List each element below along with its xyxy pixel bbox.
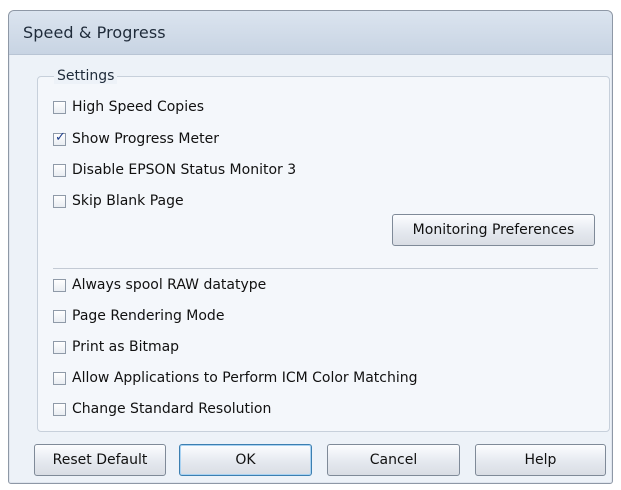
- disable-status-monitor-checkbox[interactable]: [53, 163, 66, 177]
- high-speed-copies-checkbox[interactable]: [53, 100, 66, 114]
- always-spool-raw-checkbox[interactable]: [53, 278, 66, 292]
- always-spool-raw-label: Always spool RAW datatype: [72, 277, 267, 293]
- page-rendering-mode-label: Page Rendering Mode: [72, 308, 225, 324]
- allow-icm-color-matching-checkbox[interactable]: [53, 371, 66, 385]
- disable-status-monitor-label: Disable EPSON Status Monitor 3: [72, 162, 297, 178]
- option-skip-blank-page[interactable]: Skip Blank Page: [53, 191, 184, 211]
- option-high-speed-copies[interactable]: High Speed Copies: [53, 97, 204, 117]
- help-button[interactable]: Help: [475, 444, 606, 476]
- dialog-title: Speed & Progress: [23, 23, 166, 42]
- option-allow-icm-color-matching[interactable]: Allow Applications to Perform ICM Color …: [53, 368, 418, 388]
- settings-divider: [53, 268, 598, 269]
- skip-blank-page-label: Skip Blank Page: [72, 193, 184, 209]
- cancel-button[interactable]: Cancel: [327, 444, 460, 476]
- option-show-progress-meter[interactable]: Show Progress Meter: [53, 129, 219, 149]
- speed-progress-dialog: Speed & Progress Settings High Speed Cop…: [8, 10, 613, 484]
- option-change-standard-resolution[interactable]: Change Standard Resolution: [53, 399, 271, 419]
- show-progress-meter-label: Show Progress Meter: [72, 131, 219, 147]
- page-rendering-mode-checkbox[interactable]: [53, 309, 66, 323]
- option-always-spool-raw[interactable]: Always spool RAW datatype: [53, 275, 266, 295]
- option-print-as-bitmap[interactable]: Print as Bitmap: [53, 337, 179, 357]
- print-as-bitmap-checkbox[interactable]: [53, 340, 66, 354]
- show-progress-meter-checkbox[interactable]: [53, 130, 66, 146]
- high-speed-copies-label: High Speed Copies: [72, 99, 204, 115]
- skip-blank-page-checkbox[interactable]: [53, 194, 66, 208]
- option-disable-status-monitor[interactable]: Disable EPSON Status Monitor 3: [53, 160, 296, 180]
- allow-icm-color-matching-label: Allow Applications to Perform ICM Color …: [72, 370, 418, 386]
- reset-default-button[interactable]: Reset Default: [34, 444, 166, 476]
- settings-group-label: Settings: [54, 68, 118, 84]
- title-bar: Speed & Progress: [9, 11, 612, 55]
- change-standard-resolution-label: Change Standard Resolution: [72, 401, 272, 417]
- option-page-rendering-mode[interactable]: Page Rendering Mode: [53, 306, 224, 326]
- ok-button[interactable]: OK: [179, 444, 312, 476]
- change-standard-resolution-checkbox[interactable]: [53, 402, 66, 416]
- monitoring-preferences-button[interactable]: Monitoring Preferences: [392, 214, 595, 246]
- print-as-bitmap-label: Print as Bitmap: [72, 339, 180, 355]
